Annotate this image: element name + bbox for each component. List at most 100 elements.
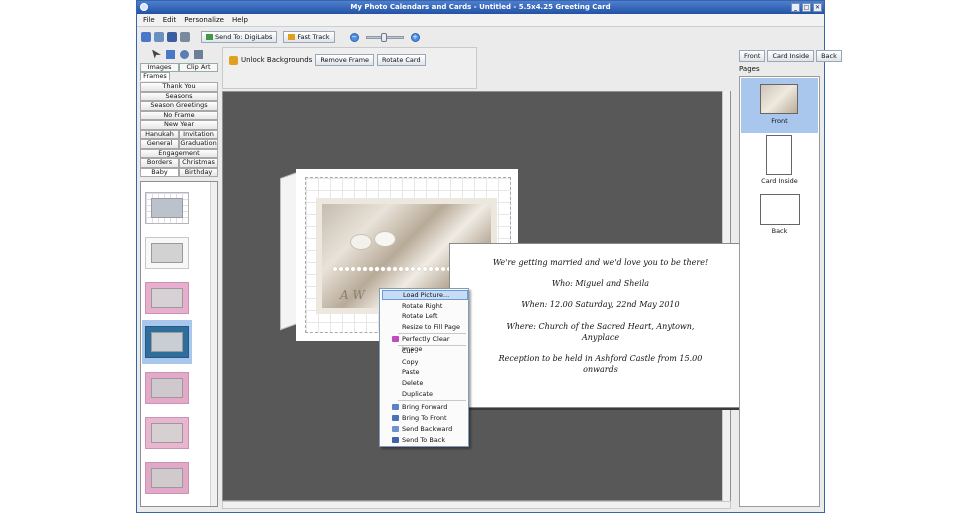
frame-thumbnail[interactable] [145, 372, 189, 404]
tab-images[interactable]: Images [140, 63, 179, 72]
invite-line-4b: Anyplace [581, 333, 620, 342]
text-tool-icon[interactable] [194, 49, 203, 59]
remove-frame-button[interactable]: Remove Frame [315, 54, 375, 66]
open-icon[interactable] [154, 32, 164, 42]
menu-bring-forward[interactable]: Bring Forward [382, 402, 468, 412]
pages-label: Pages [739, 65, 760, 73]
card-inside-button[interactable]: Card Inside [767, 50, 815, 62]
category-season-greetings[interactable]: Season Greetings [140, 101, 218, 111]
invite-line-5a: Reception to be held in Ashford Castle f… [498, 354, 703, 363]
category-graduation[interactable]: Graduation [179, 139, 218, 149]
main-toolbar: Send To: DigiLabs Fast Track − + [137, 28, 824, 46]
back-button[interactable]: Back [816, 50, 842, 62]
bring-forward-icon [392, 404, 399, 410]
window-title: My Photo Calendars and Cards - Untitled … [350, 3, 611, 11]
save-icon[interactable] [167, 32, 177, 42]
menu-personalize[interactable]: Personalize [184, 14, 224, 26]
frame-thumbnail[interactable] [145, 462, 189, 494]
menu-rotate-left[interactable]: Rotate Left [382, 311, 468, 321]
menu-help[interactable]: Help [232, 14, 248, 26]
invite-line-1: We're getting married and we'd love you … [492, 258, 709, 267]
tab-frames[interactable]: Frames [140, 72, 170, 81]
tab-clip-art[interactable]: Clip Art [179, 63, 218, 72]
thumbnails-scrollbar[interactable] [210, 182, 217, 506]
unlock-backgrounds-label[interactable]: Unlock Backgrounds [241, 56, 312, 64]
invite-line-2: Who: Miguel and Sheila [551, 279, 650, 288]
menu-bring-to-front[interactable]: Bring To Front [382, 413, 468, 423]
menu-rotate-right[interactable]: Rotate Right [382, 301, 468, 311]
canvas-horizontal-scrollbar[interactable] [222, 501, 731, 509]
fasttrack-icon [288, 34, 296, 40]
page-item-card-inside[interactable]: Card Inside [741, 134, 818, 189]
category-thank-you[interactable]: Thank You [140, 82, 218, 92]
pearls-shape [332, 266, 462, 272]
category-birthday[interactable]: Birthday [179, 167, 218, 177]
send-backward-icon [392, 426, 399, 432]
category-no-frame[interactable]: No Frame [140, 110, 218, 120]
page-item-front[interactable]: Front [741, 78, 818, 133]
menu-send-to-back-label: Send To Back [402, 436, 446, 444]
front-button[interactable]: Front [739, 50, 766, 62]
rotate-card-button[interactable]: Rotate Card [377, 54, 426, 66]
category-baby[interactable]: Baby [140, 167, 179, 177]
app-icon [140, 3, 148, 11]
page-item-back[interactable]: Back [741, 193, 818, 238]
menu-send-to-back[interactable]: Send To Back [382, 435, 468, 445]
unlock-icon [229, 55, 238, 65]
menu-load-picture[interactable]: Load Picture... [382, 290, 468, 300]
fast-track-button[interactable]: Fast Track [283, 31, 335, 43]
minimize-button[interactable]: _ [791, 3, 800, 12]
zoom-slider[interactable] [365, 32, 404, 42]
category-seasons[interactable]: Seasons [140, 91, 218, 101]
menu-bring-to-front-label: Bring To Front [402, 414, 447, 422]
frame-thumbnail[interactable] [145, 282, 189, 314]
new-icon[interactable] [141, 32, 151, 42]
menu-delete[interactable]: Delete [382, 378, 468, 388]
menu-bar: File Edit Personalize Help [137, 14, 824, 27]
category-new-year[interactable]: New Year [140, 120, 218, 130]
invitation-text-box[interactable]: We're getting married and we'd love you … [449, 243, 752, 408]
window-controls: _ □ ✕ [791, 3, 822, 12]
menu-duplicate[interactable]: Duplicate [382, 389, 468, 399]
tool-icons [140, 47, 218, 61]
category-invitation[interactable]: Invitation [179, 129, 218, 139]
pointer-icon[interactable] [152, 49, 161, 59]
menu-separator [398, 400, 466, 401]
frame-options-bar: Unlock Backgrounds Remove Frame Rotate C… [222, 47, 477, 89]
category-hanukah[interactable]: Hanukah [140, 129, 179, 139]
menu-perfectly-clear[interactable]: Perfectly Clear Image [382, 334, 468, 353]
print-icon[interactable] [180, 32, 190, 42]
maximize-button[interactable]: □ [802, 3, 811, 12]
send-to-digilabs-button[interactable]: Send To: DigiLabs [201, 31, 278, 43]
menu-send-backward-label: Send Backward [402, 425, 453, 433]
context-menu: Load Picture... Rotate Right Rotate Left… [379, 288, 469, 447]
menu-file[interactable]: File [143, 14, 155, 26]
frame-thumbnail[interactable] [145, 237, 189, 269]
select-icon[interactable] [166, 49, 175, 59]
menu-cut[interactable]: Cut [382, 346, 468, 356]
perfectly-clear-icon [392, 336, 399, 342]
category-borders[interactable]: Borders [140, 158, 179, 168]
pages-panel: Pages Front Card Inside Back [738, 65, 820, 509]
zoom-in-icon[interactable]: + [410, 32, 420, 42]
invite-line-3: When: 12.00 Saturday, 22nd May 2010 [521, 300, 680, 309]
frame-thumbnail-selected[interactable] [145, 326, 189, 358]
category-engagement[interactable]: Engagement [140, 148, 218, 158]
menu-send-backward[interactable]: Send Backward [382, 424, 468, 434]
frame-thumbnail[interactable] [145, 192, 189, 224]
menu-copy[interactable]: Copy [382, 357, 468, 367]
menu-paste[interactable]: Paste [382, 367, 468, 377]
crop-icon[interactable] [180, 49, 189, 59]
category-general[interactable]: General [140, 139, 179, 149]
zoom-out-icon[interactable]: − [349, 32, 359, 42]
page-thumbnail [760, 194, 800, 225]
menu-resize-fill[interactable]: Resize to Fill Page [382, 322, 468, 332]
page-nav-buttons: Front Card Inside Back [739, 50, 842, 62]
frame-categories: Thank You Seasons Season Greetings No Fr… [140, 82, 218, 177]
send-icon [206, 34, 213, 40]
zoom-slider-knob[interactable] [380, 32, 387, 42]
category-christmas[interactable]: Christmas [179, 158, 218, 168]
menu-edit[interactable]: Edit [163, 14, 177, 26]
frame-thumbnail[interactable] [145, 417, 189, 449]
close-button[interactable]: ✕ [813, 3, 822, 12]
